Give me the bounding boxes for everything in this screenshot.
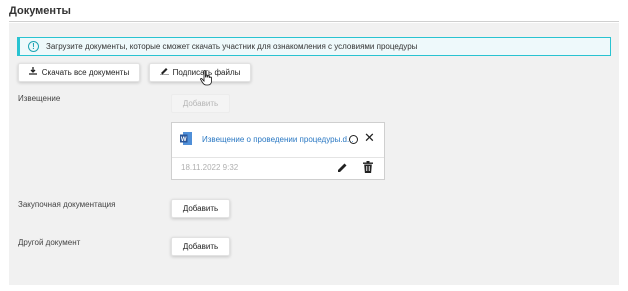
file-date: 18.11.2022 9:32 [181, 163, 239, 172]
status-circle-icon[interactable] [349, 135, 358, 144]
section-header: Документы [0, 0, 628, 24]
trash-icon[interactable] [363, 161, 373, 173]
file-name-link[interactable]: Извещение о проведении процедуры.d... [202, 135, 354, 144]
divider [9, 21, 619, 22]
info-text: Загрузите документы, которые сможет скач… [46, 42, 418, 51]
download-all-button[interactable]: Скачать все документы [18, 63, 140, 82]
download-icon [29, 64, 38, 81]
edit-icon[interactable] [337, 162, 348, 173]
notice-label: Извещение [18, 94, 61, 103]
procurement-docs-label: Закупочная документация [18, 200, 116, 209]
close-icon[interactable]: ✕ [364, 131, 375, 144]
info-icon: ! [28, 41, 39, 52]
section-title: Документы [9, 5, 71, 17]
hand-cursor-icon [200, 70, 212, 86]
svg-text:W: W [181, 137, 187, 143]
other-doc-label: Другой документ [18, 238, 81, 247]
info-banner: ! Загрузите документы, которые сможет ск… [17, 37, 611, 56]
card-divider [172, 157, 384, 158]
file-card: W Извещение о проведении процедуры.d... … [171, 122, 385, 180]
word-file-icon: W [180, 132, 192, 145]
signature-icon [159, 64, 169, 81]
download-all-label: Скачать все документы [41, 68, 130, 77]
notice-add-button[interactable]: Добавить [171, 94, 230, 113]
procurement-docs-add-button[interactable]: Добавить [171, 199, 230, 218]
other-doc-add-button[interactable]: Добавить [171, 237, 230, 256]
